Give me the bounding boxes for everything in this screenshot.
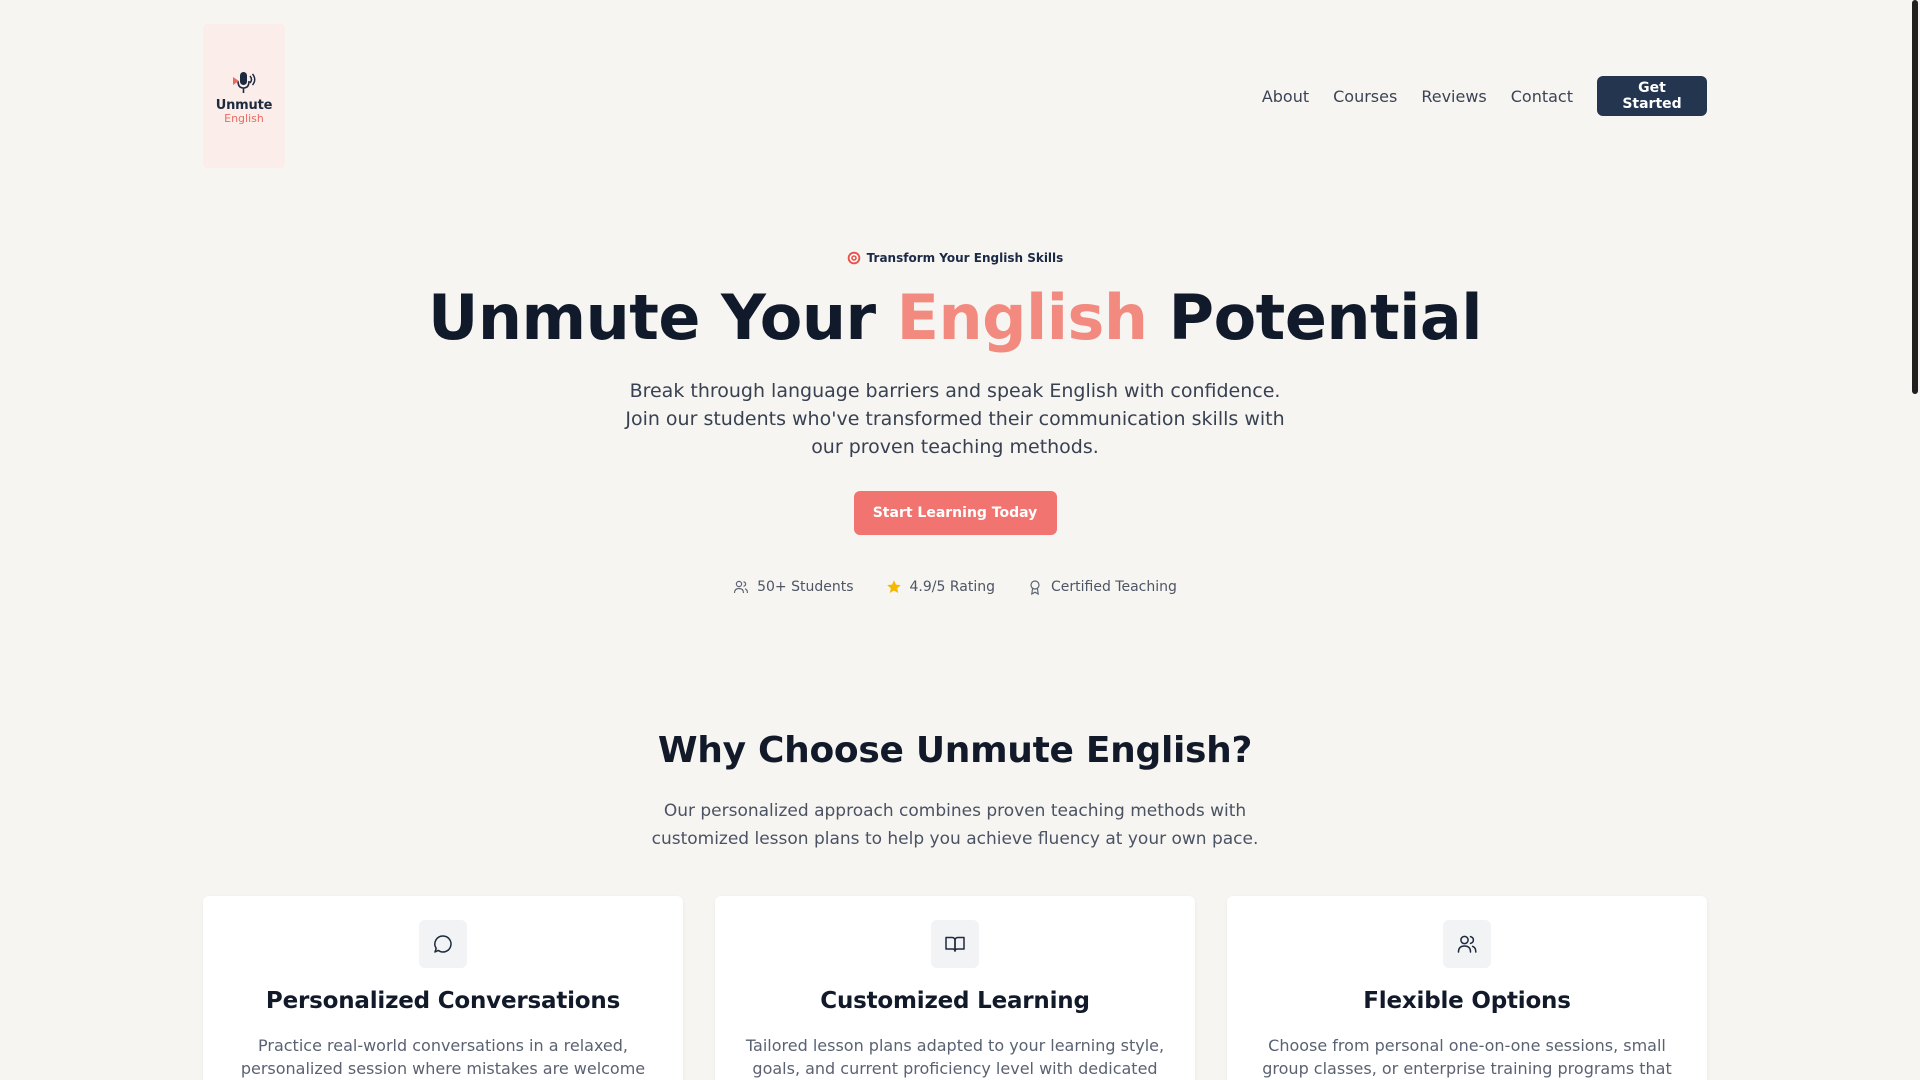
feature-card-conversations: Personalized Conversations Practice real… [203, 896, 683, 1080]
why-title: Why Choose Unmute English? [657, 730, 1253, 771]
hero-title-accent: English [896, 281, 1148, 354]
logo-word-english: English [224, 111, 264, 125]
page-scrollbar[interactable] [1910, 0, 1920, 1080]
stat-students: 50+ Students [733, 579, 854, 595]
chat-bubble-icon [434, 935, 452, 953]
nav-link-contact[interactable]: Contact [1511, 87, 1573, 106]
star-icon [886, 580, 901, 593]
hero-title-end: Potential [1168, 281, 1483, 354]
nav-link-courses[interactable]: Courses [1333, 87, 1397, 106]
hero-stats: 50+ Students 4.9/5 Rating Certified Teac… [0, 579, 1910, 595]
feature-card-learning: Customized Learning Tailored lesson plan… [715, 896, 1195, 1080]
microphone-sound-icon [233, 71, 256, 93]
feature-icon-box [1443, 920, 1491, 968]
site-header: Unmute English About Courses Reviews Con… [203, 24, 1707, 168]
users-icon [734, 580, 749, 594]
users-icon [1457, 935, 1477, 953]
feature-title: Flexible Options [1363, 988, 1571, 1014]
why-subtitle: Our personalized approach combines prove… [651, 801, 1259, 849]
feature-text: Choose from personal one-on-one sessions… [1262, 1036, 1672, 1078]
stat-certified-label: Certified Teaching [1051, 579, 1177, 595]
main-nav: About Courses Reviews Contact Get Starte… [1262, 76, 1707, 116]
scrollbar-thumb[interactable] [1912, 0, 1918, 394]
page-content: Unmute English About Courses Reviews Con… [0, 0, 1910, 1080]
hero-eyebrow-text: Transform Your English Skills [866, 251, 1064, 265]
hero-title-start: Unmute Your [428, 281, 876, 354]
page: Unmute English About Courses Reviews Con… [0, 0, 1920, 1080]
start-learning-button[interactable]: Start Learning Today [853, 491, 1057, 535]
feature-cards: Personalized Conversations Practice real… [203, 896, 1707, 1080]
feature-title: Personalized Conversations [265, 988, 621, 1014]
open-book-icon [945, 936, 965, 952]
hero-eyebrow: Transform Your English Skills [847, 251, 1064, 265]
feature-text: Tailored lesson plans adapted to your le… [745, 1036, 1165, 1078]
hero-subtitle: Break through language barriers and spea… [625, 380, 1285, 458]
stat-certified: Certified Teaching [1027, 579, 1177, 595]
feature-icon-box [419, 920, 467, 968]
feature-title: Customized Learning [820, 988, 1090, 1014]
nav-link-about[interactable]: About [1262, 87, 1309, 106]
feature-icon-box [931, 920, 979, 968]
target-icon [847, 251, 860, 265]
stat-students-label: 50+ Students [757, 579, 854, 595]
hero-section: Transform Your English Skills Unmute You… [0, 250, 1910, 595]
get-started-button[interactable]: Get Started [1597, 76, 1707, 116]
why-section: Why Choose Unmute English? Our personali… [0, 730, 1910, 853]
feature-card-flexible: Flexible Options Choose from personal on… [1227, 896, 1707, 1080]
stat-rating-label: 4.9/5 Rating [909, 579, 995, 595]
feature-text: Practice real-world conversations in a r… [240, 1036, 646, 1078]
award-icon [1030, 580, 1040, 595]
stat-rating: 4.9/5 Rating [886, 579, 995, 595]
nav-link-reviews[interactable]: Reviews [1421, 87, 1486, 106]
logo[interactable]: Unmute English [203, 24, 285, 168]
logo-word-unmute: Unmute [215, 97, 273, 113]
hero-title: Unmute Your English Potential [0, 281, 1910, 355]
